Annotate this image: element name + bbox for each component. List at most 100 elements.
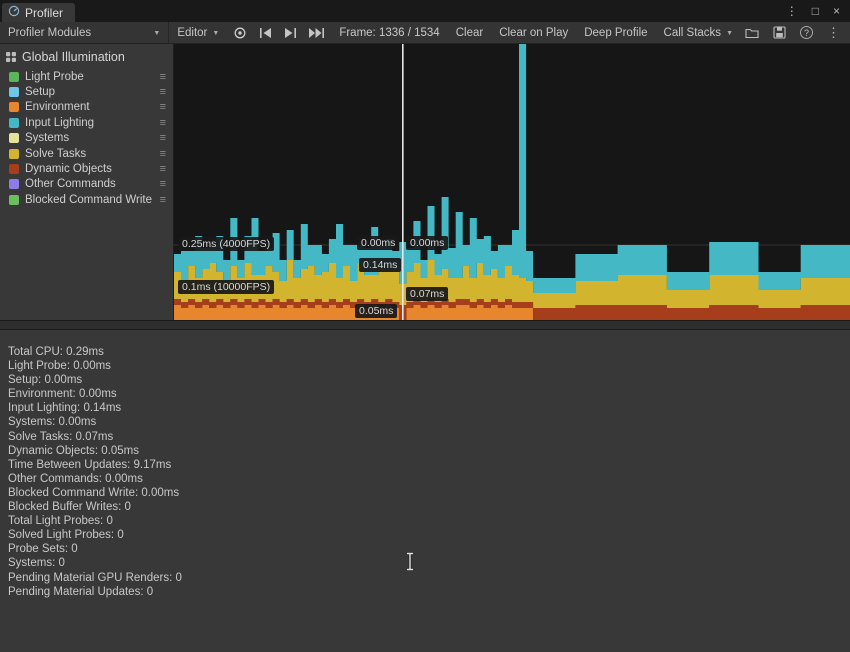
module-legend: Light Probe≡Setup≡Environment≡Input Ligh…: [0, 69, 173, 208]
chart-value-badge: 0.14ms: [359, 258, 401, 272]
chevron-down-icon: ▼: [153, 30, 160, 37]
profiler-window: Profiler ⋮ □ × Profiler Modules ▼ Editor…: [0, 0, 850, 652]
global-illumination-icon: [5, 51, 17, 63]
kebab-menu-icon: ⋮: [827, 25, 840, 41]
tab-profiler[interactable]: Profiler: [2, 3, 75, 22]
stat-line: Environment: 0.00ms: [8, 387, 850, 401]
next-frame-icon: [284, 28, 297, 38]
legend-color-swatch: [9, 118, 19, 128]
stat-line: Blocked Command Write: 0.00ms: [8, 486, 850, 500]
legend-item-input-lighting[interactable]: Input Lighting ≡: [0, 115, 173, 130]
drag-handle-icon[interactable]: ≡: [160, 179, 166, 189]
folder-open-icon: [745, 27, 759, 39]
selected-frame-line: [402, 44, 404, 320]
maximize-icon[interactable]: □: [812, 4, 819, 18]
legend-item-label: Other Commands: [25, 178, 116, 190]
legend-item-label: Input Lighting: [25, 117, 94, 129]
legend-color-swatch: [9, 179, 19, 189]
save-profile-button[interactable]: [769, 26, 790, 39]
legend-item-setup[interactable]: Setup ≡: [0, 84, 173, 99]
legend-item-label: Solve Tasks: [25, 148, 86, 160]
close-icon[interactable]: ×: [833, 4, 840, 18]
tab-label: Profiler: [25, 6, 63, 20]
drag-handle-icon[interactable]: ≡: [160, 87, 166, 97]
gi-chart-area[interactable]: 0.25ms (4000FPS) 0.1ms (10000FPS) 0.00ms 0.…: [174, 44, 850, 320]
drag-handle-icon[interactable]: ≡: [160, 102, 166, 112]
legend-item-systems[interactable]: Systems ≡: [0, 131, 173, 146]
stat-line: Other Commands: 0.00ms: [8, 472, 850, 486]
call-stacks-label: Call Stacks: [664, 27, 722, 39]
current-frame-icon: [309, 28, 325, 38]
load-profile-button[interactable]: [741, 27, 763, 39]
chart-value-badge: 0.00ms: [406, 236, 448, 250]
chart-value-badge: 0.1ms (10000FPS): [178, 280, 274, 294]
profiler-modules-dropdown[interactable]: Profiler Modules ▼: [0, 22, 169, 43]
gi-details-panel: Total CPU: 0.29msLight Probe: 0.00msSetu…: [0, 330, 850, 652]
legend-color-swatch: [9, 149, 19, 159]
stat-line: Total Light Probes: 0: [8, 514, 850, 528]
toolbar-right-group: ? ⋮: [741, 22, 850, 43]
chevron-down-icon: ▼: [726, 30, 733, 37]
profiler-modules-label: Profiler Modules: [8, 27, 91, 39]
legend-item-environment[interactable]: Environment≡: [0, 100, 173, 115]
module-title: Global Illumination: [22, 50, 125, 64]
prev-frame-icon: [259, 28, 272, 38]
help-button[interactable]: ?: [796, 26, 817, 39]
editor-target-dropdown[interactable]: Editor ▼: [169, 22, 227, 43]
chart-value-badge: 0.07ms: [406, 287, 448, 301]
drag-handle-icon[interactable]: ≡: [160, 133, 166, 143]
panel-splitter[interactable]: [0, 320, 850, 330]
module-header[interactable]: Global Illumination: [0, 48, 173, 69]
context-menu-button[interactable]: ⋮: [823, 25, 844, 41]
legend-item-light-probe[interactable]: Light Probe ≡: [0, 69, 173, 84]
drag-handle-icon[interactable]: ≡: [160, 72, 166, 82]
chart-series-input: [174, 44, 850, 293]
chart-value-badge: 0.00ms: [357, 236, 399, 250]
drag-handle-icon[interactable]: ≡: [160, 149, 166, 159]
help-icon: ?: [800, 26, 813, 39]
legend-item-label: Setup: [25, 86, 55, 98]
stat-line: Total CPU: 0.29ms: [8, 345, 850, 359]
legend-item-label: Systems: [25, 132, 69, 144]
next-frame-button[interactable]: [278, 22, 303, 43]
drag-handle-icon[interactable]: ≡: [160, 118, 166, 128]
editor-label: Editor: [177, 27, 207, 39]
legend-item-label: Dynamic Objects: [25, 163, 112, 175]
profiler-gauge-icon: [8, 5, 20, 20]
legend-item-dynamic-objects[interactable]: Dynamic Objects ≡: [0, 161, 173, 176]
call-stacks-dropdown[interactable]: Call Stacks ▼: [656, 22, 741, 43]
titlebar: Profiler ⋮ □ ×: [0, 0, 850, 22]
stat-line: Solved Light Probes: 0: [8, 528, 850, 542]
legend-color-swatch: [9, 102, 19, 112]
current-frame-button[interactable]: [303, 22, 331, 43]
floppy-save-icon: [773, 26, 786, 39]
record-icon: [233, 26, 247, 40]
clear-on-play-toggle[interactable]: Clear on Play: [491, 22, 576, 43]
record-button[interactable]: [227, 22, 253, 43]
stat-line: Solve Tasks: 0.07ms: [8, 430, 850, 444]
legend-color-swatch: [9, 87, 19, 97]
legend-color-swatch: [9, 72, 19, 82]
gi-chart-svg: [174, 44, 850, 320]
window-menu-icon[interactable]: ⋮: [786, 4, 798, 18]
legend-item-label: Blocked Command Write: [25, 194, 152, 206]
drag-handle-icon[interactable]: ≡: [160, 195, 166, 205]
stat-line: Dynamic Objects: 0.05ms: [8, 444, 850, 458]
chart-value-badge: 0.05ms: [355, 304, 397, 318]
chart-value-badge: 0.25ms (4000FPS): [178, 237, 274, 251]
stat-line: Setup: 0.00ms: [8, 373, 850, 387]
drag-handle-icon[interactable]: ≡: [160, 164, 166, 174]
stat-line: Input Lighting: 0.14ms: [8, 401, 850, 415]
deep-profile-toggle[interactable]: Deep Profile: [576, 22, 655, 43]
stat-line: Blocked Buffer Writes: 0: [8, 500, 850, 514]
chevron-down-icon: ▼: [212, 30, 219, 37]
legend-item-solve-tasks[interactable]: Solve Tasks ≡: [0, 146, 173, 161]
clear-button[interactable]: Clear: [448, 22, 491, 43]
legend-item-blocked-command-write[interactable]: Blocked Command Write ≡: [0, 192, 173, 207]
gi-details-lines: Total CPU: 0.29msLight Probe: 0.00msSetu…: [8, 345, 850, 599]
prev-frame-button[interactable]: [253, 22, 278, 43]
legend-item-label: Light Probe: [25, 71, 84, 83]
legend-item-other-commands[interactable]: Other Commands ≡: [0, 177, 173, 192]
stat-line: Systems: 0: [8, 556, 850, 570]
module-panel: Global Illumination Light Probe≡Setup≡En…: [0, 44, 174, 320]
